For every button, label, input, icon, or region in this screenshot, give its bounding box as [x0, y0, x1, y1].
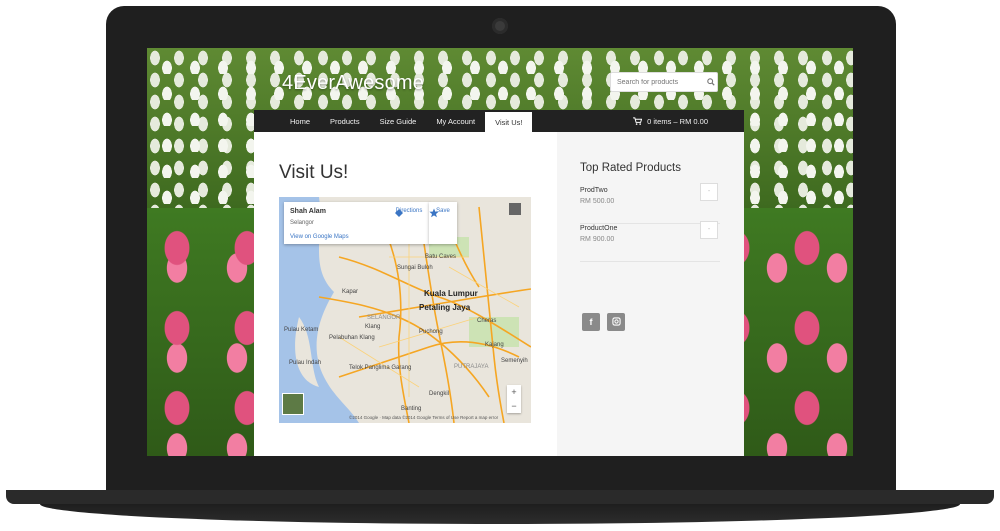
zoom-control: + −: [507, 385, 521, 413]
map-label-telok-panglima-garang: Telok Panglima Garang: [349, 365, 412, 371]
map-place-name: Shah Alam: [290, 208, 326, 215]
map-label-petaling-jaya: Petaling Jaya: [419, 303, 471, 312]
map-label-semenyih: Semenyih: [501, 358, 528, 364]
sidebar: Top Rated Products ProdTwo RM 500.00 - P…: [557, 132, 744, 456]
map-label-banting: Banting: [401, 406, 422, 412]
zoom-out-button[interactable]: −: [507, 399, 521, 413]
search-box[interactable]: [610, 72, 718, 92]
map-label-puchong: Puchong: [419, 329, 443, 335]
site-title[interactable]: 4EverAwesome: [282, 72, 424, 95]
view-on-google-maps-link[interactable]: View on Google Maps: [290, 234, 349, 240]
map-label-sungai-buloh: Sungai Buloh: [397, 265, 433, 271]
directions-icon: [395, 209, 403, 217]
product-thumbnail[interactable]: -: [700, 221, 718, 239]
product-price: RM 900.00: [580, 236, 615, 243]
map-label-selangor: SELANGOR: [367, 315, 401, 321]
map-label-pulau-ketam: Pulau Ketam: [284, 327, 319, 333]
product-price: RM 500.00: [580, 198, 615, 205]
nav-my-account[interactable]: My Account: [426, 110, 485, 132]
cart-icon: [633, 117, 643, 125]
nav-home[interactable]: Home: [254, 110, 320, 132]
sidebar-title: Top Rated Products: [580, 162, 682, 174]
directions-button[interactable]: Directions: [394, 208, 424, 217]
main-content: Visit Us! Batu Caves Sungai Buloh Kuala …: [254, 132, 557, 456]
map-label-cheras: Cheras: [477, 318, 497, 324]
cart-summary[interactable]: 0 items – RM 0.00: [633, 110, 744, 132]
map-label-dengkil: Dengkil: [429, 391, 450, 397]
page-title: Visit Us!: [279, 162, 349, 183]
map-attribution: ©2014 Google · Map data ©2014 Google Ter…: [349, 415, 499, 420]
map-info-card: Shah Alam Selangor View on Google Maps D…: [284, 202, 430, 244]
laptop-foot: [40, 504, 960, 524]
nav-products[interactable]: Products: [320, 110, 370, 132]
star-icon: [429, 208, 439, 218]
instagram-icon[interactable]: [607, 313, 625, 331]
satellite-view-toggle[interactable]: [282, 393, 304, 415]
map-region: Selangor: [290, 220, 315, 226]
map-label-putrajaya: PUTRAJAYA: [454, 364, 489, 370]
product-thumbnail[interactable]: -: [700, 183, 718, 201]
product-item[interactable]: ProductOne RM 900.00 -: [580, 221, 720, 262]
facebook-icon[interactable]: f: [582, 313, 600, 331]
map-label-pelabuhan-klang: Pelabuhan Klang: [329, 335, 375, 341]
map-label-batu-caves: Batu Caves: [425, 254, 457, 260]
google-map[interactable]: Batu Caves Sungai Buloh Kuala Lumpur Pet…: [279, 197, 531, 423]
map-label-pulau-indah: Pulau Indah: [289, 360, 322, 366]
cart-label: 0 items – RM 0.00: [647, 116, 708, 126]
map-label-klang: Klang: [365, 324, 381, 330]
product-name[interactable]: ProductOne: [580, 225, 617, 232]
camera-icon: [492, 18, 508, 34]
map-label-kapar: Kapar: [342, 289, 359, 295]
product-name[interactable]: ProdTwo: [580, 187, 608, 194]
fullscreen-icon[interactable]: [509, 203, 521, 215]
nav-size-guide[interactable]: Size Guide: [370, 110, 427, 132]
product-item[interactable]: ProdTwo RM 500.00 -: [580, 183, 720, 224]
zoom-in-button[interactable]: +: [507, 385, 521, 399]
map-label-kuala-lumpur: Kuala Lumpur: [424, 289, 478, 298]
laptop-base: [6, 490, 994, 504]
save-button[interactable]: Save: [429, 202, 457, 244]
search-input[interactable]: [611, 78, 705, 86]
screen: 4EverAwesome Home Products Size Guide My…: [147, 48, 853, 456]
nav-visit-us[interactable]: Visit Us!: [485, 112, 533, 132]
main-nav: Home Products Size Guide My Account Visi…: [254, 110, 744, 132]
map-label-kajang: Kajang: [485, 342, 504, 348]
search-icon[interactable]: [705, 75, 717, 89]
